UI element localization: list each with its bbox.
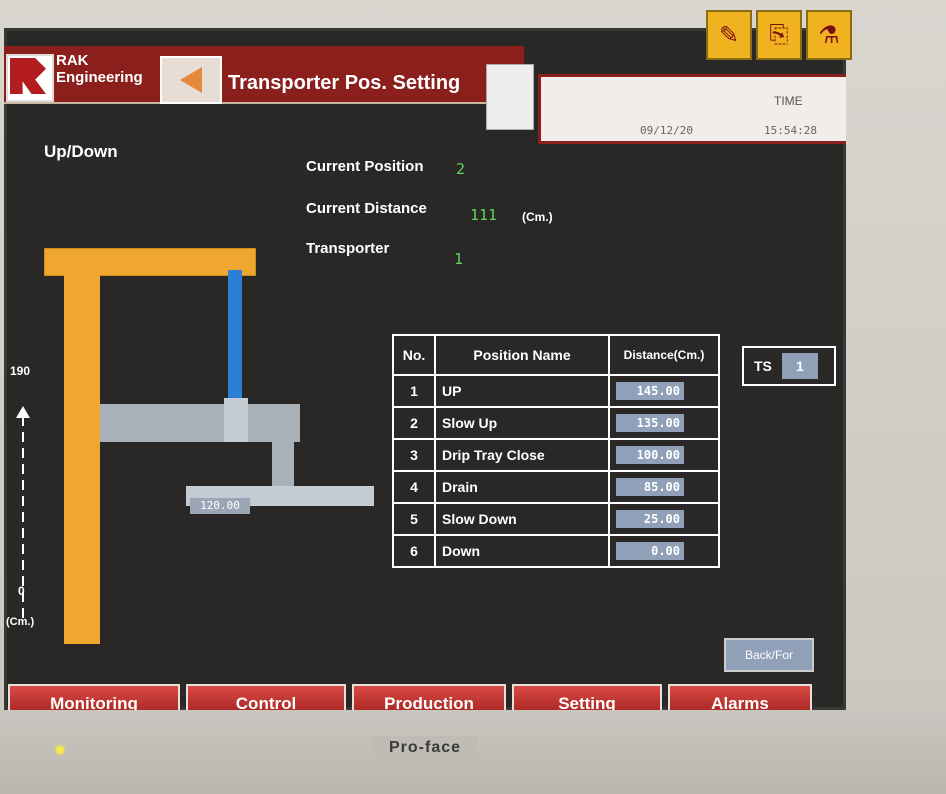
transporter-label: Transporter xyxy=(306,240,390,257)
transporter-arm xyxy=(100,404,300,442)
distance-input[interactable]: 135.00 xyxy=(616,414,684,432)
row-no: 5 xyxy=(392,502,436,536)
row-no: 4 xyxy=(392,470,436,504)
crane-top-beam xyxy=(44,248,256,276)
table-row: 5 Slow Down 25.00 xyxy=(392,502,720,536)
row-distance-cell: 25.00 xyxy=(608,502,720,536)
time-label: TIME xyxy=(774,94,803,108)
company-line2: Engineering xyxy=(56,69,143,86)
row-distance-cell: 145.00 xyxy=(608,374,720,408)
distance-input[interactable]: 145.00 xyxy=(616,382,684,400)
row-no: 2 xyxy=(392,406,436,440)
crane-column xyxy=(64,274,100,644)
distance-input[interactable]: 85.00 xyxy=(616,478,684,496)
distance-input[interactable]: 100.00 xyxy=(616,446,684,464)
table-row: 3 Drip Tray Close 100.00 xyxy=(392,438,720,472)
distance-input[interactable]: 0.00 xyxy=(616,542,684,560)
row-distance-cell: 100.00 xyxy=(608,438,720,472)
home-button[interactable] xyxy=(160,56,222,104)
axis-unit-label: (Cm.) xyxy=(6,616,35,628)
table-row: 1 UP 145.00 xyxy=(392,374,720,408)
row-name: Drip Tray Close xyxy=(434,438,610,472)
hoist-cable xyxy=(228,270,242,402)
no-chemical-icon: ⚗ xyxy=(806,10,852,60)
ts-value-input[interactable]: 1 xyxy=(781,353,818,379)
warning-icons: ✎ ⎘ ⚗ xyxy=(706,10,852,60)
current-position-value: 2 xyxy=(456,160,466,178)
nav-setting[interactable]: Setting xyxy=(512,684,662,710)
brand-label: Pro-face xyxy=(372,736,478,760)
row-distance-cell: 85.00 xyxy=(608,470,720,504)
table-header-row: No. Position Name Distance(Cm.) xyxy=(392,334,720,376)
hmi-screen: RAK Engineering Transporter Pos. Setting… xyxy=(4,28,846,710)
row-name: Slow Down xyxy=(434,502,610,536)
nav-alarms[interactable]: Alarms xyxy=(668,684,812,710)
row-no: 6 xyxy=(392,534,436,568)
nav-control[interactable]: Control xyxy=(186,684,346,710)
ts-label: TS xyxy=(754,358,772,374)
ts-panel: TS 1 xyxy=(742,346,836,386)
row-distance-cell: 0.00 xyxy=(608,534,720,568)
row-distance-cell: 135.00 xyxy=(608,406,720,440)
screen-title: Transporter Pos. Setting xyxy=(228,72,461,94)
section-title: Up/Down xyxy=(44,142,118,161)
table-row: 4 Drain 85.00 xyxy=(392,470,720,504)
header-no: No. xyxy=(392,334,436,376)
distance-input[interactable]: 25.00 xyxy=(616,510,684,528)
axis-max-label: 190 xyxy=(10,364,31,378)
time-value: 15:54:28 xyxy=(764,124,817,137)
table-row: 6 Down 0.00 xyxy=(392,534,720,568)
no-write-icon: ✎ xyxy=(706,10,752,60)
position-table: No. Position Name Distance(Cm.) 1 UP 145… xyxy=(392,334,720,568)
company-name: RAK Engineering xyxy=(56,52,143,86)
row-name: Slow Up xyxy=(434,406,610,440)
nav-production[interactable]: Production xyxy=(352,684,506,710)
header-distance: Distance(Cm.) xyxy=(608,334,720,376)
row-name: Down xyxy=(434,534,610,568)
row-no: 1 xyxy=(392,374,436,408)
date-value: 09/12/20 xyxy=(640,124,693,137)
cancel-icon[interactable] xyxy=(486,64,534,130)
nav-monitoring[interactable]: Monitoring xyxy=(8,684,180,710)
transporter-hook xyxy=(224,398,248,442)
row-name: UP xyxy=(434,374,610,408)
row-no: 3 xyxy=(392,438,436,472)
current-distance-label: Current Distance xyxy=(306,200,427,217)
current-distance-value: 111 xyxy=(470,206,498,224)
home-arrow-icon xyxy=(180,67,202,93)
back-forward-button[interactable]: Back/For xyxy=(724,638,814,672)
power-led-icon xyxy=(56,746,64,754)
table-row: 2 Slow Up 135.00 xyxy=(392,406,720,440)
no-document-icon: ⎘ xyxy=(756,10,802,60)
header-position-name: Position Name xyxy=(434,334,610,376)
transporter-value: 1 xyxy=(454,250,464,268)
row-name: Drain xyxy=(434,470,610,504)
axis-min-label: 0 xyxy=(18,584,25,598)
current-distance-unit: (Cm.) xyxy=(522,210,553,224)
tray-value: 120.00 xyxy=(190,498,250,514)
current-position-label: Current Position xyxy=(306,158,424,175)
company-line1: RAK xyxy=(56,52,89,69)
bottom-nav: Monitoring Control Production Setting Al… xyxy=(4,684,846,710)
